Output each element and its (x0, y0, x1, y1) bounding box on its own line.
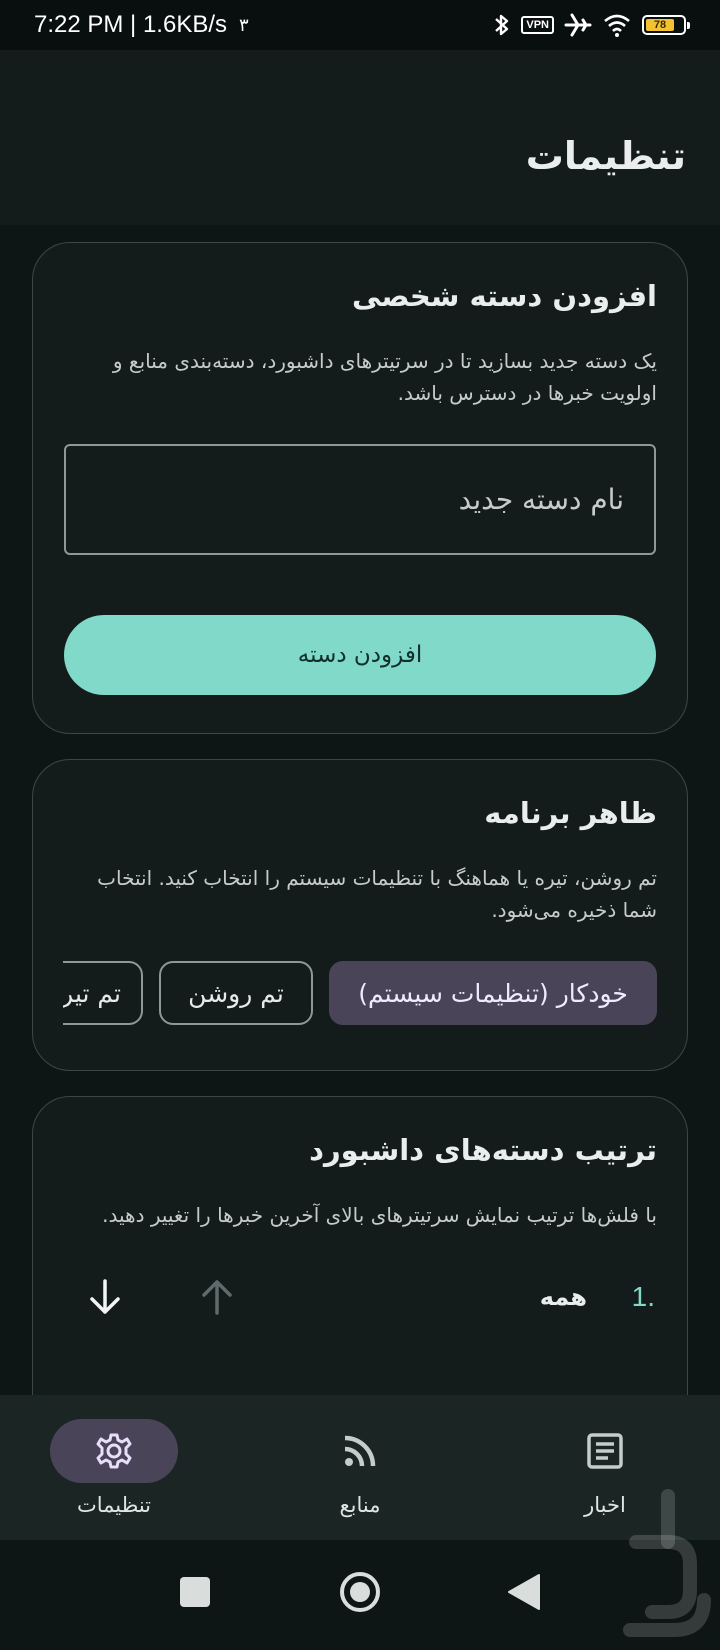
add-category-title: افزودن دسته شخصی (352, 279, 657, 313)
battery-icon: 78 (642, 15, 690, 35)
add-category-card: افزودن دسته شخصی یک دسته جدید بسازید تا … (32, 242, 688, 734)
page-title: تنظیمات (525, 134, 686, 178)
appearance-title: ظاهر برنامه (484, 796, 657, 830)
rss-icon (344, 1435, 376, 1467)
battery-level: 78 (653, 19, 667, 31)
bluetooth-icon (495, 14, 509, 36)
recents-button[interactable] (165, 1562, 225, 1622)
wifi-icon (604, 14, 630, 37)
article-icon (587, 1433, 623, 1469)
nav-pill-news (541, 1419, 669, 1483)
order-item-number: 1. (631, 1281, 655, 1312)
square-icon (180, 1577, 210, 1607)
arrow-up-icon (202, 1280, 232, 1315)
theme-chip-auto[interactable]: خودکار (تنظیمات سیستم) (329, 961, 657, 1025)
theme-options: خودکار (تنظیمات سیستم) تم روشن تم تیره (63, 961, 657, 1025)
nav-pill-settings (50, 1419, 178, 1483)
move-down-button[interactable] (75, 1267, 135, 1327)
appearance-card: ظاهر برنامه تم روشن، تیره یا هماهنگ با ت… (32, 759, 688, 1071)
back-button[interactable] (494, 1562, 554, 1622)
move-up-button[interactable] (187, 1267, 247, 1327)
add-category-button[interactable]: افزودن دسته (64, 615, 656, 695)
nav-pill-sources (296, 1419, 424, 1483)
battery-fill: 78 (646, 19, 675, 31)
home-button[interactable] (330, 1562, 390, 1622)
nav-item-sources[interactable]: منابع (270, 1419, 450, 1529)
arrow-down-icon (90, 1279, 120, 1314)
store-watermark-icon (623, 1489, 711, 1637)
status-bar: 7:22 PM | 1.6KB/s ٣ VPN 78 (0, 0, 720, 50)
app-bar: تنظیمات (0, 50, 720, 225)
dashboard-order-title: ترتیب دسته‌های داشبورد (309, 1133, 657, 1167)
status-extra: ٣ (239, 14, 249, 35)
theme-chip-light[interactable]: تم روشن (159, 961, 313, 1025)
status-left: 7:22 PM | 1.6KB/s ٣ (34, 11, 249, 39)
nav-label-sources: منابع (339, 1493, 381, 1517)
add-category-description: یک دسته جدید بسازید تا در سرتیترهای داشب… (112, 349, 657, 405)
dashboard-order-description: با فلش‌ها ترتیب نمایش سرتیترهای بالای آخ… (102, 1203, 657, 1227)
nav-item-settings[interactable]: تنظیمات (24, 1419, 204, 1529)
status-icons: VPN 78 (493, 12, 690, 38)
home-circle-icon (340, 1572, 380, 1612)
status-time: 7:22 PM | 1.6KB/s (34, 11, 227, 38)
back-triangle-icon (508, 1574, 540, 1610)
theme-chip-dark[interactable]: تم تیره (63, 961, 143, 1025)
order-item: 1. همه (63, 1267, 657, 1327)
nav-label-settings: تنظیمات (76, 1493, 152, 1517)
vpn-badge: VPN (521, 16, 554, 34)
appearance-description: تم روشن، تیره یا هماهنگ با تنظیمات سیستم… (97, 866, 657, 922)
category-name-input[interactable] (64, 444, 656, 555)
gear-icon (96, 1433, 132, 1469)
order-item-label: همه (539, 1283, 587, 1311)
airplane-icon (564, 13, 592, 37)
